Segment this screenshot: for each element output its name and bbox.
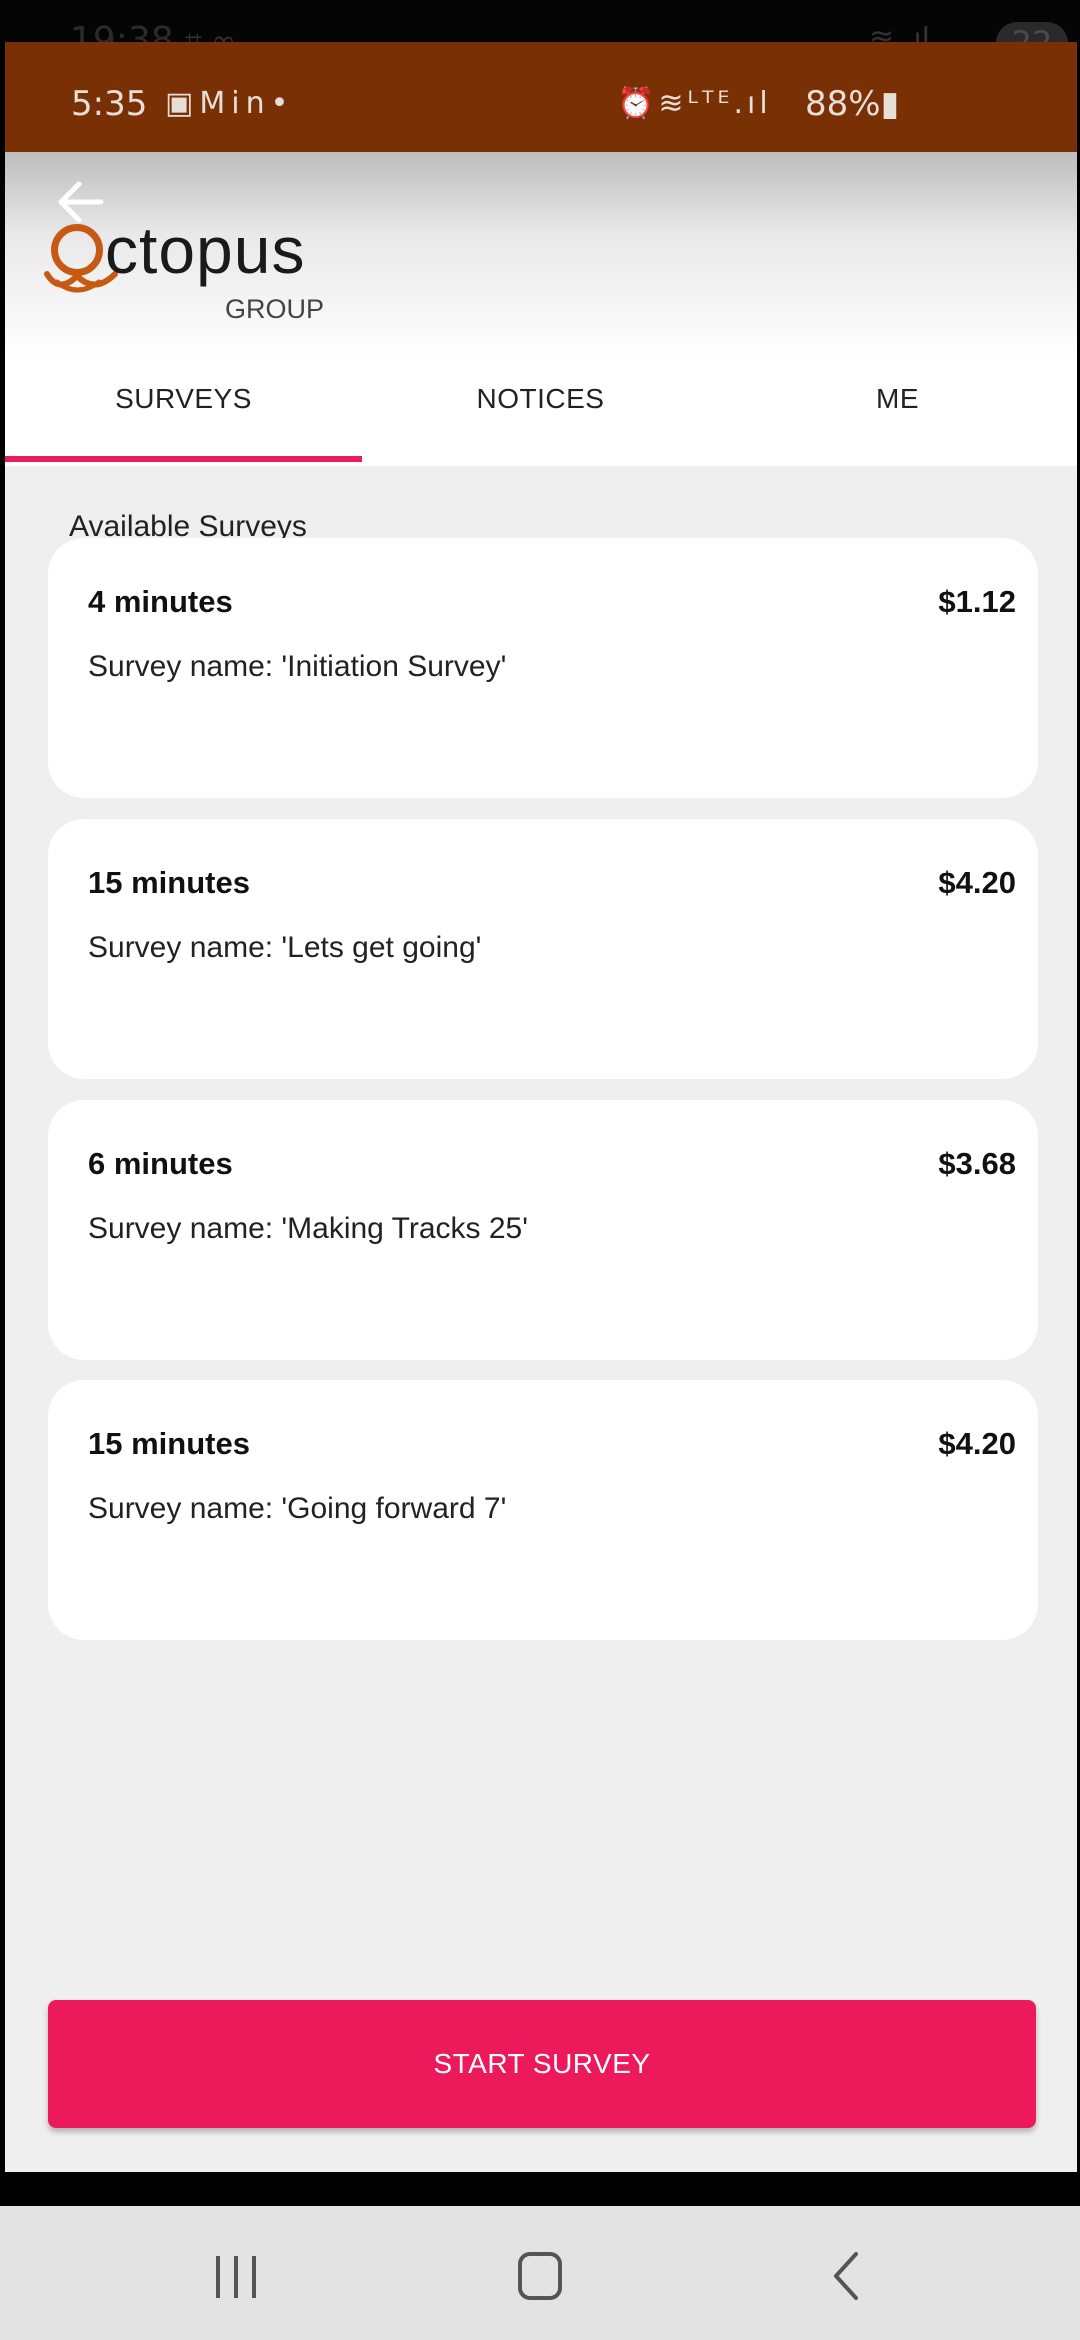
survey-duration: 4 minutes [88,584,233,619]
battery-level: 88%▮ [805,84,899,124]
recent-apps-icon[interactable] [196,2240,276,2310]
tab-bar: SURVEYS NOTICES ME [5,360,1077,466]
survey-card[interactable]: 6 minutes $3.68 Survey name: 'Making Tra… [48,1100,1038,1360]
survey-price: $4.20 [938,865,1016,900]
gmail-icon: M [199,86,232,121]
start-survey-button[interactable]: START SURVEY [48,2000,1036,2128]
bottom-bezel [0,2172,1080,2206]
status-bar: 5:35 ▣Min• ⏰≋ᴸᵀᴱ.ıl 88%▮ [5,42,1077,152]
survey-card[interactable]: 15 minutes $4.20 Survey name: 'Going for… [48,1380,1038,1640]
survey-card[interactable]: 15 minutes $4.20 Survey name: 'Lets get … [48,819,1038,1079]
status-clock: 5:35 [71,84,148,124]
survey-price: $4.20 [938,1426,1016,1461]
linkedin-icon: in [231,86,271,121]
outer-status-bar: 19:38 ⌗ ∞ ≋ .ıl 22 [0,0,1080,64]
volte-icon: ᴸᵀᴱ [687,86,734,121]
app-header: ctopus GROUP [5,152,1077,360]
image-icon: ▣ [165,86,200,121]
signal-icon: .ıl [733,86,772,121]
logo-subtitle: GROUP [225,294,325,324]
app-screen: 5:35 ▣Min• ⏰≋ᴸᵀᴱ.ıl 88%▮ ctopus GROUP SU… [5,42,1077,2172]
survey-price: $3.68 [938,1146,1016,1181]
survey-name: Survey name: 'Lets get going' [88,931,482,964]
survey-card[interactable]: 4 minutes $1.12 Survey name: 'Initiation… [48,538,1038,798]
survey-duration: 6 minutes [88,1146,233,1181]
survey-name: Survey name: 'Initiation Survey' [88,650,507,683]
battery-icon: ▮ [880,84,900,124]
survey-duration: 15 minutes [88,1426,250,1461]
survey-duration: 15 minutes [88,865,250,900]
logo-wordmark: ctopus [105,213,306,287]
active-tab-indicator [5,456,362,462]
home-icon[interactable] [500,2240,580,2310]
dot-icon: • [270,86,295,121]
back-icon[interactable] [804,2240,884,2310]
tab-surveys[interactable]: SURVEYS [5,360,362,466]
survey-name: Survey name: 'Making Tracks 25' [88,1212,528,1245]
battery-percent: 88% [805,84,881,124]
octopus-logo: ctopus GROUP [39,212,339,332]
system-nav-bar [0,2206,1080,2340]
system-icons: ⏰≋ᴸᵀᴱ.ıl [617,86,772,121]
alarm-icon: ⏰ [617,86,659,121]
tab-notices[interactable]: NOTICES [362,360,719,466]
survey-name: Survey name: 'Going forward 7' [88,1492,507,1525]
wifi-icon: ≋ [658,86,688,121]
survey-price: $1.12 [938,584,1016,619]
tab-me[interactable]: ME [719,360,1076,466]
notification-icons: ▣Min• [165,86,294,121]
